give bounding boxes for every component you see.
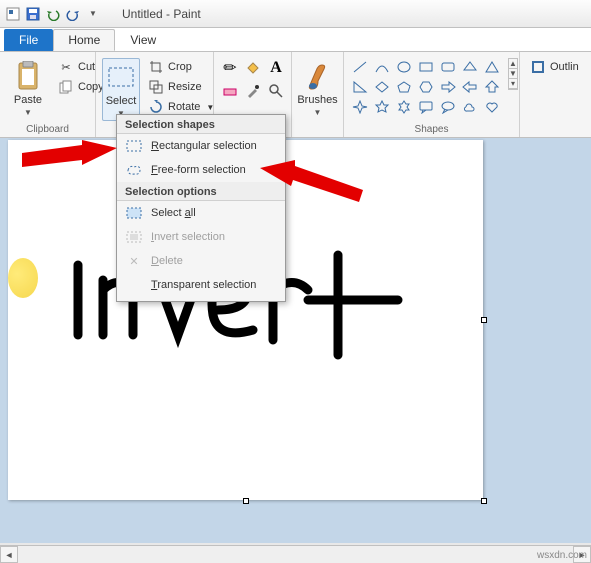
quick-access-toolbar: ▼ [4,5,102,23]
shape-arrowup-icon[interactable] [482,78,502,96]
shape-callout-oval-icon[interactable] [438,98,458,116]
ribbon: Paste ▼ ✂Cut Copy Clipboard Select ▼ Cro… [0,52,591,138]
resize-handle-bottom[interactable] [243,498,249,504]
clipboard-icon [12,60,44,92]
undo-icon[interactable] [44,5,62,23]
clipboard-group-label: Clipboard [6,122,89,137]
paste-label: Paste [14,94,42,106]
shape-polygon-icon[interactable] [460,58,480,76]
shape-star5-icon[interactable] [372,98,392,116]
save-icon[interactable] [24,5,42,23]
select-freeform-icon [125,162,143,178]
text-icon[interactable]: A [266,58,286,78]
shapes-scrollbar[interactable]: ▲ ▼ ▾ [508,58,518,90]
brushes-label: Brushes [297,94,337,106]
shape-star4-icon[interactable] [350,98,370,116]
shapes-group-label: Shapes [350,122,513,137]
group-outline: Outlin [520,52,589,137]
select-button[interactable]: Select ▼ [102,58,140,121]
shape-callout-cloud-icon[interactable] [460,98,480,116]
watermark: wsxdn.com [537,550,587,561]
paste-button[interactable]: Paste ▼ [6,58,50,119]
invert-selection-icon [125,229,143,245]
magnifier-icon[interactable] [266,81,286,101]
shape-diamond-icon[interactable] [372,78,392,96]
group-brushes: Brushes ▼ [292,52,344,137]
resize-button[interactable]: Resize [144,78,218,96]
fill-icon[interactable] [243,58,263,78]
chevron-down-icon: ▼ [24,108,32,117]
pencil-icon[interactable]: ✏ [220,58,240,78]
rotate-icon [148,99,164,115]
menu-delete: ✕ Delete [117,249,285,273]
shape-heart-icon[interactable] [482,98,502,116]
redo-icon[interactable] [64,5,82,23]
shape-roundrect-icon[interactable] [438,58,458,76]
brush-icon [302,60,334,92]
chevron-down-icon: ▼ [314,108,322,117]
resize-icon [148,79,164,95]
menu-transparent-selection[interactable]: Transparent selection [117,273,285,297]
annotation-arrow-right [255,160,365,210]
shape-righttri-icon[interactable] [350,78,370,96]
select-label: Select [106,95,137,107]
shape-rect-icon[interactable] [416,58,436,76]
shapes-scroll-down-icon[interactable]: ▼ [509,69,517,79]
shape-star6-icon[interactable] [394,98,414,116]
select-rect-icon [125,138,143,154]
color-picker-icon[interactable] [243,81,263,101]
shapes-scroll-up-icon[interactable]: ▲ [509,59,517,69]
shape-oval-icon[interactable] [394,58,414,76]
horizontal-scrollbar[interactable]: ◄ ► [0,545,591,563]
tab-home[interactable]: Home [53,29,115,51]
tab-file[interactable]: File [4,29,53,51]
resize-handle-corner[interactable] [481,498,487,504]
shapes-expand-icon[interactable]: ▾ [509,79,517,89]
group-clipboard: Paste ▼ ✂Cut Copy Clipboard [0,52,96,137]
shape-hexagon-icon[interactable] [416,78,436,96]
menu-invert-selection: Invert selection [117,225,285,249]
tab-view[interactable]: View [115,29,171,51]
app-icon[interactable] [4,5,22,23]
resize-handle-right[interactable] [481,317,487,323]
annotation-arrow-left [22,140,122,180]
shape-arrowright-icon[interactable] [438,78,458,96]
ribbon-tabs: File Home View [0,28,591,52]
outline-icon [530,59,546,75]
select-rect-icon [105,61,137,93]
shape-pentagon-icon[interactable] [394,78,414,96]
title-bar: ▼ Untitled - Paint [0,0,591,28]
transparent-selection-icon [125,277,143,293]
shapes-gallery[interactable] [350,58,502,116]
brushes-button[interactable]: Brushes ▼ [291,58,343,119]
shape-callout-rect-icon[interactable] [416,98,436,116]
select-all-icon [125,205,143,221]
crop-icon [148,59,164,75]
shape-triangle-icon[interactable] [482,58,502,76]
delete-icon: ✕ [125,253,143,269]
copy-icon [58,79,74,95]
scroll-track[interactable] [18,546,573,563]
group-shapes: ▲ ▼ ▾ Shapes [344,52,520,137]
menu-rectangular-selection[interactable]: Rectangular selection [117,134,285,158]
window-title: Untitled - Paint [122,7,201,21]
crop-button[interactable]: Crop [144,58,218,76]
scissors-icon: ✂ [58,59,74,75]
shape-curve-icon[interactable] [372,58,392,76]
qat-dropdown-icon[interactable]: ▼ [84,5,102,23]
outline-button[interactable]: Outlin [526,58,583,76]
eraser-icon[interactable] [220,81,240,101]
shape-line-icon[interactable] [350,58,370,76]
shape-arrowleft-icon[interactable] [460,78,480,96]
scroll-left-icon[interactable]: ◄ [0,546,18,563]
dropdown-header-shapes: Selection shapes [117,115,285,134]
